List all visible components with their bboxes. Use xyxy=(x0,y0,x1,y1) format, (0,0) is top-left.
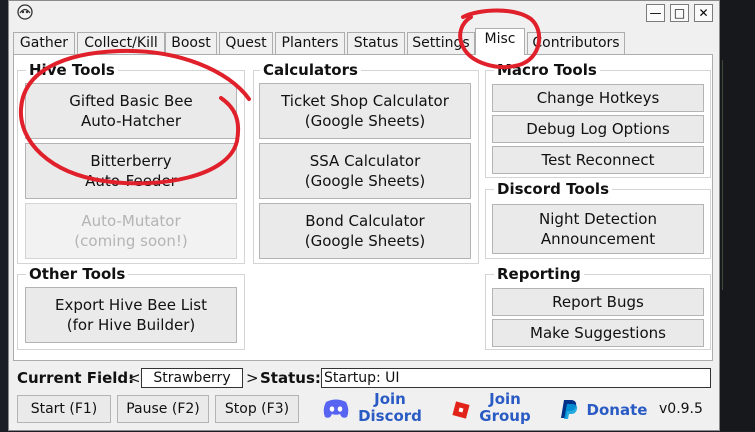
bitterberry-feeder-button[interactable]: Bitterberry Auto-Feeder xyxy=(25,143,237,199)
tab-contributors[interactable]: Contributors xyxy=(527,32,625,54)
tab-status[interactable]: Status xyxy=(347,32,405,54)
change-hotkeys-button[interactable]: Change Hotkeys xyxy=(492,84,704,112)
debug-log-options-button[interactable]: Debug Log Options xyxy=(492,115,704,143)
ssa-line2: (Google Sheets) xyxy=(304,172,426,190)
discord-tools-title: Discord Tools xyxy=(494,181,612,197)
gifted-basic-bee-hatcher-button[interactable]: Gifted Basic Bee Auto-Hatcher xyxy=(25,83,237,139)
tab-collect-kill[interactable]: Collect/Kill xyxy=(77,32,165,54)
calculators-title: Calculators xyxy=(260,62,361,78)
tab-settings[interactable]: Settings xyxy=(407,32,475,54)
desktop-right-strip xyxy=(720,0,755,431)
desktop-right-line xyxy=(722,60,723,290)
reporting-title: Reporting xyxy=(494,266,584,282)
auto-mutator-line2: (coming soon!) xyxy=(74,232,188,250)
report-bugs-button[interactable]: Report Bugs xyxy=(492,288,704,316)
join-discord-line2: Discord xyxy=(358,407,422,425)
maximize-button[interactable]: □ xyxy=(670,4,689,22)
roblox-icon[interactable] xyxy=(449,398,473,422)
auto-mutator-button: Auto-Mutator (coming soon!) xyxy=(25,203,237,259)
join-group-link[interactable]: Join Group xyxy=(475,391,535,425)
other-tools-title: Other Tools xyxy=(26,266,129,282)
ticket-shop-calculator-button[interactable]: Ticket Shop Calculator (Google Sheets) xyxy=(259,83,471,139)
ticket-shop-line2: (Google Sheets) xyxy=(304,112,426,130)
title-bar: — □ ✕ xyxy=(9,1,719,25)
test-reconnect-button[interactable]: Test Reconnect xyxy=(492,146,704,174)
bond-line2: (Google Sheets) xyxy=(304,232,426,250)
tab-boost[interactable]: Boost xyxy=(165,32,217,54)
hive-tools-title: Hive Tools xyxy=(26,62,118,78)
bitterberry-line1: Bitterberry xyxy=(90,152,172,170)
tab-gather[interactable]: Gather xyxy=(13,32,75,54)
export-hive-line2: (for Hive Builder) xyxy=(66,316,196,334)
prev-field-arrow[interactable]: < xyxy=(128,369,141,387)
paypal-icon[interactable] xyxy=(557,397,581,421)
join-discord-line1: Join xyxy=(374,390,406,408)
minimize-button[interactable]: — xyxy=(646,4,665,22)
tab-planters[interactable]: Planters xyxy=(275,32,345,54)
ssa-calculator-button[interactable]: SSA Calculator (Google Sheets) xyxy=(259,143,471,199)
status-label: Status: xyxy=(260,369,321,387)
discord-icon[interactable] xyxy=(321,397,351,421)
macro-window: — □ ✕ Gather Collect/Kill Boost Quest Pl… xyxy=(8,0,720,431)
tab-quest[interactable]: Quest xyxy=(219,32,273,54)
tab-misc[interactable]: Misc xyxy=(475,28,525,55)
next-field-arrow[interactable]: > xyxy=(246,369,259,387)
join-discord-link[interactable]: Join Discord xyxy=(357,391,423,425)
night-detection-line1: Night Detection xyxy=(539,210,657,228)
export-hive-line1: Export Hive Bee List xyxy=(55,296,207,314)
current-field-value: Strawberry xyxy=(141,368,243,388)
stop-button[interactable]: Stop (F3) xyxy=(215,395,299,423)
current-field-label: Current Field: xyxy=(17,369,135,387)
bond-line1: Bond Calculator xyxy=(305,212,425,230)
ssa-line1: SSA Calculator xyxy=(309,152,421,170)
start-button[interactable]: Start (F1) xyxy=(17,395,111,423)
join-group-line1: Join xyxy=(489,390,521,408)
version-label: v0.9.5 xyxy=(659,401,703,417)
desktop-background xyxy=(0,0,8,431)
macro-tools-title: Macro Tools xyxy=(494,62,600,78)
gifted-hatcher-line2: Auto-Hatcher xyxy=(80,112,182,130)
gifted-hatcher-line1: Gifted Basic Bee xyxy=(69,92,193,110)
donate-link[interactable]: Donate xyxy=(585,400,649,420)
auto-mutator-line1: Auto-Mutator xyxy=(81,212,181,230)
night-detection-line2: Announcement xyxy=(540,230,656,248)
join-group-line2: Group xyxy=(479,407,531,425)
bond-calculator-button[interactable]: Bond Calculator (Google Sheets) xyxy=(259,203,471,259)
make-suggestions-button[interactable]: Make Suggestions xyxy=(492,319,704,347)
pause-button[interactable]: Pause (F2) xyxy=(117,395,209,423)
ticket-shop-line1: Ticket Shop Calculator xyxy=(281,92,449,110)
close-button[interactable]: ✕ xyxy=(694,4,713,22)
status-value: Startup: UI xyxy=(321,368,711,388)
night-detection-button[interactable]: Night Detection Announcement xyxy=(492,204,704,254)
app-icon xyxy=(15,4,35,20)
bitterberry-line2: Auto-Feeder xyxy=(85,172,177,190)
export-hive-bee-list-button[interactable]: Export Hive Bee List (for Hive Builder) xyxy=(25,287,237,343)
